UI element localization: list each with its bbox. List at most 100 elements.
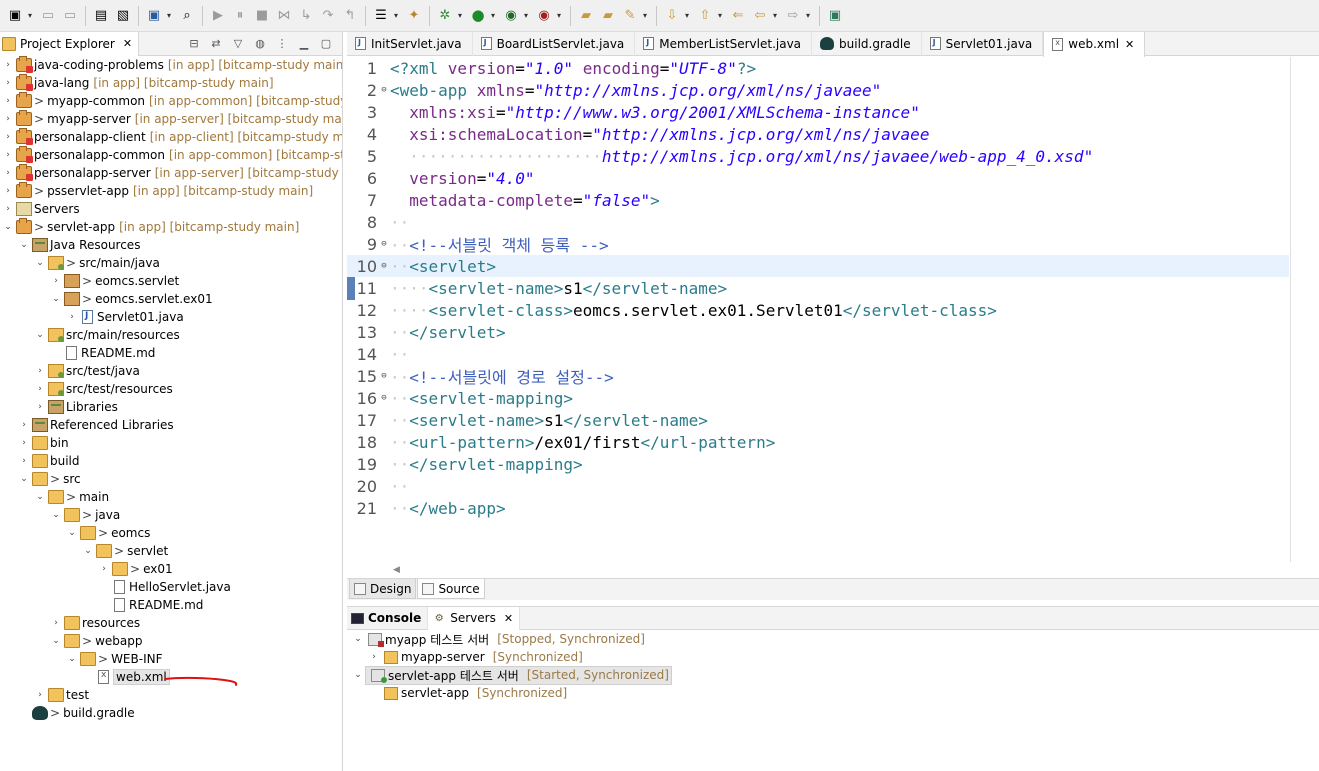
expand-toggle-icon[interactable]: ⌄ — [351, 634, 365, 644]
code-line[interactable]: 9 ⊖ ··<!--서블릿 객체 등록 --> — [347, 233, 1289, 256]
expand-toggle-icon[interactable]: ⌄ — [82, 546, 94, 556]
code-line[interactable]: 6 version="4.0" — [347, 167, 1289, 189]
tree-item[interactable]: HelloServlet.java — [0, 578, 342, 596]
scroll-left-icon[interactable]: ◀ — [393, 565, 400, 575]
code-line[interactable]: 12 ····<servlet-class>eomcs.servlet.ex01.… — [347, 299, 1289, 321]
search-icon[interactable]: ⌕ — [178, 7, 196, 25]
forward-icon[interactable]: ⇨ — [784, 7, 802, 25]
tab-source[interactable]: Source — [417, 579, 485, 599]
tree-item[interactable]: ⌄ > src — [0, 470, 342, 488]
tools-dropdown[interactable]: ▾ — [641, 7, 649, 25]
close-icon[interactable]: ✕ — [123, 37, 132, 50]
tree-item[interactable]: › > psservlet-app [in app] [bitcamp-study m… — [0, 182, 342, 200]
editor-horizontal-scrollbar[interactable]: ◀ — [347, 562, 1290, 578]
tree-item[interactable]: › java-coding-problems [in app] [bitcamp-s… — [0, 56, 342, 74]
next-annotation-dropdown[interactable]: ▾ — [683, 7, 691, 25]
forward-dropdown[interactable]: ▾ — [804, 7, 812, 25]
code-line[interactable]: 2 ⊖ <web-app xmlns="http://xmlns.jcp.org/x… — [347, 79, 1289, 101]
xml-editor[interactable]: 1 <?xml version="1.0" encoding="UTF-8"?> 2… — [347, 57, 1319, 562]
minimize-icon[interactable]: ▁ — [296, 35, 312, 51]
tree-item[interactable]: README.md — [0, 596, 342, 614]
expand-toggle-icon[interactable]: › — [2, 168, 14, 178]
expand-toggle-icon[interactable]: › — [2, 114, 14, 124]
new-icon[interactable]: ▣ — [6, 7, 24, 25]
code-line[interactable]: 19 ··</servlet-mapping> — [347, 453, 1289, 475]
expand-toggle-icon[interactable]: ⌄ — [34, 258, 46, 268]
expand-toggle-icon[interactable]: › — [2, 150, 14, 160]
perspective-icon[interactable]: ▣ — [826, 7, 844, 25]
tree-item[interactable]: README.md — [0, 344, 342, 362]
tree-item[interactable]: ⌄ > src/main/java — [0, 254, 342, 272]
tree-item[interactable]: ⌄ Java Resources — [0, 236, 342, 254]
run-icon[interactable]: ● — [469, 7, 487, 25]
prev-annotation-icon[interactable]: ⇧ — [696, 7, 714, 25]
tree-item[interactable]: › src/test/resources — [0, 380, 342, 398]
expand-toggle-icon[interactable]: ⌄ — [34, 492, 46, 502]
last-edit-icon[interactable]: ⇐ — [729, 7, 747, 25]
step-over-icon[interactable]: ↷ — [319, 7, 337, 25]
expand-toggle-icon[interactable]: ⌄ — [66, 654, 78, 664]
code-line[interactable]: 21 ··</web-app> — [347, 497, 1289, 519]
code-line[interactable]: 3 xmlns:xsi="http://www.w3.org/2001/XMLS… — [347, 101, 1289, 123]
tree-item[interactable]: › bin — [0, 434, 342, 452]
save-all-icon[interactable]: ▭ — [61, 7, 79, 25]
expand-toggle-icon[interactable]: › — [18, 420, 30, 430]
back-dropdown[interactable]: ▾ — [771, 7, 779, 25]
external-tools-icon[interactable]: ◉ — [535, 7, 553, 25]
tab-design[interactable]: Design — [349, 579, 417, 599]
tree-item[interactable]: › personalapp-common [in app-common] [bitc… — [0, 146, 342, 164]
server-item[interactable]: ⌄ servlet-app 테스트 서버 [Started, Synchronize… — [347, 665, 1319, 685]
expand-toggle-icon[interactable]: › — [18, 456, 30, 466]
disconnect-icon[interactable]: ⋈ — [275, 7, 293, 25]
fold-toggle-icon[interactable]: ⊖ — [379, 261, 389, 271]
tree-item[interactable]: › Libraries — [0, 398, 342, 416]
expand-toggle-icon[interactable]: ⌄ — [351, 670, 365, 680]
code-line[interactable]: 17 ··<servlet-name>s1</servlet-name> — [347, 409, 1289, 431]
expand-toggle-icon[interactable]: ⌄ — [18, 474, 30, 484]
code-line[interactable]: 10 ⊖ ··<servlet> — [347, 255, 1289, 277]
tree-item[interactable]: › personalapp-client [in app-client] [bitc… — [0, 128, 342, 146]
expand-toggle-icon[interactable]: ⌄ — [18, 240, 30, 250]
terminate-icon[interactable]: ■ — [253, 7, 271, 25]
code-line[interactable]: 18 ··<url-pattern>/ex01/first</url-patter… — [347, 431, 1289, 453]
server-item[interactable]: › myapp-server [Synchronized] — [347, 648, 1319, 666]
task-icon[interactable]: ☰ — [372, 7, 390, 25]
code-line[interactable]: 4 xsi:schemaLocation="http://xmlns.jcp.o… — [347, 123, 1289, 145]
tree-item[interactable]: > build.gradle — [0, 704, 342, 722]
code-line[interactable]: 16 ⊖ ··<servlet-mapping> — [347, 387, 1289, 409]
next-annotation-icon[interactable]: ⇩ — [663, 7, 681, 25]
properties-icon[interactable]: ▧ — [114, 7, 132, 25]
close-icon[interactable]: ✕ — [1125, 38, 1134, 51]
task-dropdown[interactable]: ▾ — [392, 7, 400, 25]
tree-item[interactable]: ⌄ > webapp — [0, 632, 342, 650]
fold-toggle-icon[interactable]: ⊖ — [379, 371, 389, 381]
expand-toggle-icon[interactable]: › — [66, 312, 78, 322]
expand-toggle-icon[interactable]: ⌄ — [50, 294, 62, 304]
fold-toggle-icon[interactable]: ⊖ — [379, 85, 389, 95]
code-line[interactable]: 1 <?xml version="1.0" encoding="UTF-8"?> — [347, 57, 1289, 79]
debug-dropdown[interactable]: ▾ — [456, 7, 464, 25]
editor-tab[interactable]: build.gradle — [812, 31, 922, 56]
editor-tab[interactable]: MemberListServlet.java — [635, 31, 813, 56]
tree-item[interactable]: › java-lang [in app] [bitcamp-study main] — [0, 74, 342, 92]
expand-toggle-icon[interactable]: ⌄ — [50, 636, 62, 646]
code-line[interactable]: 5 ····················http://xmlns.jcp.o… — [347, 145, 1289, 167]
editor-vertical-scrollbar[interactable] — [1290, 57, 1291, 562]
close-icon[interactable]: ✕ — [504, 612, 513, 625]
code-line[interactable]: 20 ·· — [347, 475, 1289, 497]
server-item[interactable]: servlet-app [Synchronized] — [347, 684, 1319, 702]
tree-item[interactable]: ⌄ > main — [0, 488, 342, 506]
suspend-icon[interactable]: ⏸ — [231, 7, 249, 25]
code-line[interactable]: 8 ·· — [347, 211, 1289, 233]
tree-item[interactable]: › resources — [0, 614, 342, 632]
tree-item[interactable]: ⌄ > eomcs — [0, 524, 342, 542]
open-type-icon[interactable]: ✦ — [405, 7, 423, 25]
debug-icon[interactable]: ✲ — [436, 7, 454, 25]
tree-item[interactable]: › Servers — [0, 200, 342, 218]
tree-item[interactable]: › > ex01 — [0, 560, 342, 578]
code-line[interactable]: 11 ····<servlet-name>s1</servlet-name> — [347, 277, 1289, 299]
editor-tab[interactable]: web.xml ✕ — [1043, 31, 1146, 57]
tools-icon[interactable]: ✎ — [621, 7, 639, 25]
expand-toggle-icon[interactable]: › — [2, 96, 14, 106]
fold-toggle-icon[interactable]: ⊖ — [379, 393, 389, 403]
